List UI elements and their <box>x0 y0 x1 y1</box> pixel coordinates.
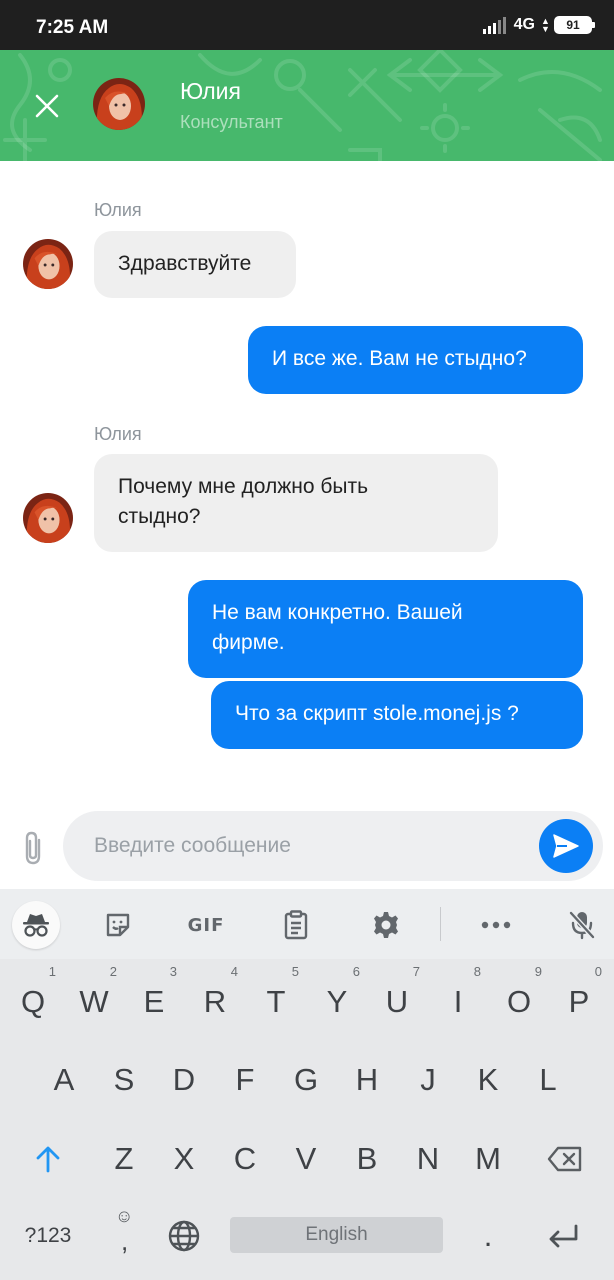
incognito-icon <box>23 914 49 937</box>
key-n[interactable]: N <box>401 1126 455 1192</box>
enter-icon <box>549 1224 578 1248</box>
shift-arrow-icon <box>36 1146 60 1173</box>
key-j[interactable]: J <box>401 1047 455 1113</box>
message-text: Почему мне должно быть <box>118 475 369 498</box>
message-text: И все же. Вам не стыдно? <box>272 347 527 370</box>
key-f[interactable]: F <box>218 1047 272 1113</box>
chat-header: Юлия Консультант <box>0 50 614 161</box>
symbols-key[interactable]: ?123 <box>16 1203 80 1269</box>
data-arrows-icon: ▲ ▼ <box>541 16 550 34</box>
message-composer <box>63 811 603 881</box>
close-icon <box>35 94 59 118</box>
sticker-icon <box>106 913 130 937</box>
incoming-message[interactable]: Здравствуйте <box>94 231 296 298</box>
shift-key[interactable] <box>21 1126 75 1192</box>
key-d[interactable]: D <box>157 1047 211 1113</box>
comma-key[interactable]: ☺ , <box>98 1203 152 1269</box>
send-button[interactable] <box>539 819 593 873</box>
space-key[interactable]: English <box>230 1217 443 1253</box>
voice-input-button[interactable] <box>558 901 606 949</box>
key-x[interactable]: X <box>157 1126 211 1192</box>
message-text: Не вам конкретно. Вашей <box>212 601 463 624</box>
key-g[interactable]: G <box>279 1047 333 1113</box>
key-y[interactable]: Y6 <box>310 964 364 1035</box>
key-m[interactable]: M <box>461 1126 515 1192</box>
incoming-message[interactable]: Почему мне должно быть стыдно? <box>94 454 498 552</box>
consultant-role: Консультант <box>180 112 283 132</box>
period-key[interactable]: . <box>461 1203 515 1269</box>
attach-button[interactable] <box>18 830 48 866</box>
enter-key[interactable] <box>536 1203 590 1269</box>
consultant-name: Юлия <box>180 78 241 104</box>
message-sender: Юлия <box>94 200 142 220</box>
key-b[interactable]: B <box>340 1126 394 1192</box>
message-text: стыдно? <box>118 505 201 528</box>
gear-icon <box>374 912 398 938</box>
sender-avatar <box>23 239 73 289</box>
paperclip-icon <box>25 831 41 865</box>
send-icon <box>553 834 579 858</box>
key-s[interactable]: S <box>97 1047 151 1113</box>
key-o[interactable]: O9 <box>492 964 546 1035</box>
keyboard-toolbar: GIF <box>0 889 614 959</box>
consultant-avatar <box>93 78 145 130</box>
chat-screen: 7:25 AM 4G ▲ ▼ 91 Юлия Консультант Юлия … <box>0 0 614 1280</box>
key-k[interactable]: K <box>461 1047 515 1113</box>
message-text: Что за скрипт stole.monej.js ? <box>235 702 519 725</box>
key-e[interactable]: E3 <box>127 964 181 1035</box>
sender-avatar <box>23 493 73 543</box>
signal-icon <box>482 17 506 34</box>
key-h[interactable]: H <box>340 1047 394 1113</box>
backspace-key[interactable] <box>538 1126 592 1192</box>
key-a[interactable]: A <box>37 1047 91 1113</box>
globe-icon <box>168 1220 200 1252</box>
key-i[interactable]: I8 <box>431 964 485 1035</box>
message-input[interactable] <box>63 811 533 881</box>
incognito-button[interactable] <box>12 901 60 949</box>
message-sender: Юлия <box>94 424 142 444</box>
sticker-button[interactable] <box>94 901 142 949</box>
key-t[interactable]: T5 <box>249 964 303 1035</box>
clipboard-icon <box>284 910 308 940</box>
message-text: фирме. <box>212 631 285 654</box>
key-c[interactable]: C <box>218 1126 272 1192</box>
language-key[interactable] <box>157 1203 211 1269</box>
backspace-icon <box>547 1146 582 1172</box>
outgoing-message[interactable]: Не вам конкретно. Вашей фирме. <box>188 580 583 678</box>
key-q[interactable]: Q1 <box>6 964 60 1035</box>
status-bar: 7:25 AM 4G ▲ ▼ 91 <box>0 0 614 50</box>
key-l[interactable]: L <box>521 1047 575 1113</box>
key-w[interactable]: W2 <box>67 964 121 1035</box>
key-v[interactable]: V <box>279 1126 333 1192</box>
mic-off-icon <box>568 910 596 940</box>
outgoing-message[interactable]: Что за скрипт stole.monej.js ? <box>211 681 583 749</box>
status-time: 7:25 AM <box>36 17 109 38</box>
battery-icon: 91 <box>554 16 595 34</box>
close-button[interactable] <box>26 85 68 127</box>
settings-button[interactable] <box>362 901 410 949</box>
soft-keyboard: GIF Q 1 W 2 E 3 R 4 T 5 Y 6 U 7 I 8 O 9 … <box>0 889 614 1280</box>
gif-button[interactable]: GIF <box>182 901 230 949</box>
clipboard-button[interactable] <box>272 901 320 949</box>
network-type: 4G <box>513 16 535 33</box>
message-text: Здравствуйте <box>118 252 252 275</box>
key-u[interactable]: U7 <box>370 964 424 1035</box>
more-icon <box>481 921 511 929</box>
outgoing-message[interactable]: И все же. Вам не стыдно? <box>248 326 583 394</box>
more-button[interactable] <box>472 901 520 949</box>
key-r[interactable]: R4 <box>188 964 242 1035</box>
status-icons: 4G ▲ ▼ 91 <box>482 16 595 34</box>
key-p[interactable]: P0 <box>552 964 606 1035</box>
toolbar-divider <box>440 907 441 941</box>
